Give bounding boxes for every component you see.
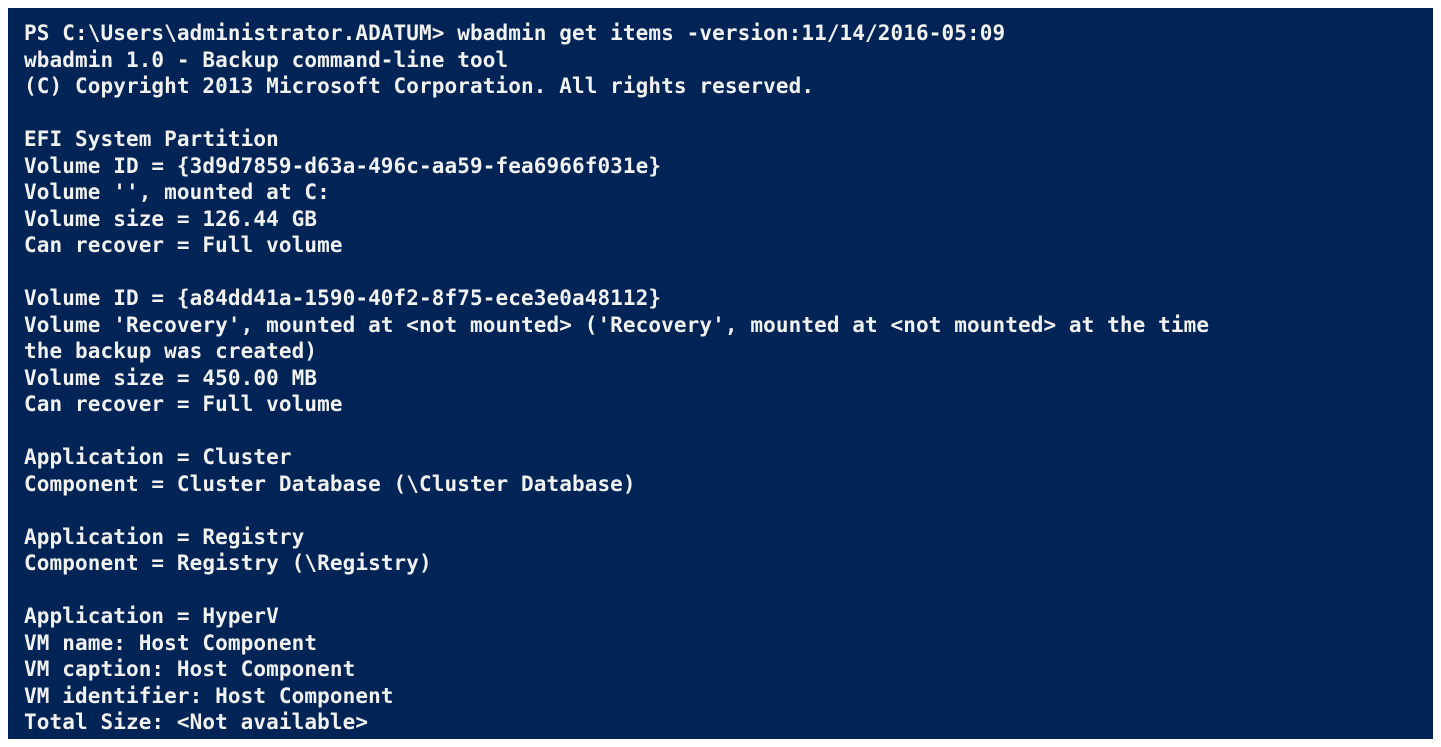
output-line: Can recover = Full volume: [24, 233, 343, 257]
output-line: Application = HyperV: [24, 604, 279, 628]
output-line: Volume ID = {a84dd41a-1590-40f2-8f75-ece…: [24, 286, 662, 310]
output-line: Component = Registry (\Registry): [24, 551, 432, 575]
prompt-command-line[interactable]: PS C:\Users\administrator.ADATUM> wbadmi…: [24, 20, 1417, 47]
output-line: Component = Cluster Database (\Cluster D…: [24, 471, 636, 496]
output-line: (C) Copyright 2013 Microsoft Corporation…: [24, 74, 815, 98]
output-line: Application = Registry: [24, 524, 305, 549]
output-line: wbadmin 1.0 - Backup command-line tool: [24, 47, 509, 72]
output-line: Volume ID = {3d9d7859-d63a-496c-aa59-fea…: [24, 153, 662, 178]
powershell-console[interactable]: PS C:\Users\administrator.ADATUM> wbadmi…: [8, 8, 1433, 739]
output-line: Volume '', mounted at C:: [24, 180, 330, 204]
output-line: Can recover = Full volume: [24, 392, 343, 416]
output-line: Total Size: <Not available>: [24, 710, 369, 734]
output-line: VM name: Host Component: [24, 630, 318, 655]
output-line: Volume size = 450.00 MB: [24, 365, 318, 390]
output-line: Application = Cluster: [24, 445, 292, 469]
output-line: the backup was created): [24, 339, 318, 363]
output-line: VM caption: Host Component: [24, 657, 356, 681]
output-line: VM identifier: Host Component: [24, 683, 394, 708]
output-line: Volume 'Recovery', mounted at <not mount…: [24, 312, 1210, 337]
output-line: EFI System Partition: [24, 127, 279, 151]
output-line: Volume size = 126.44 GB: [24, 206, 318, 231]
